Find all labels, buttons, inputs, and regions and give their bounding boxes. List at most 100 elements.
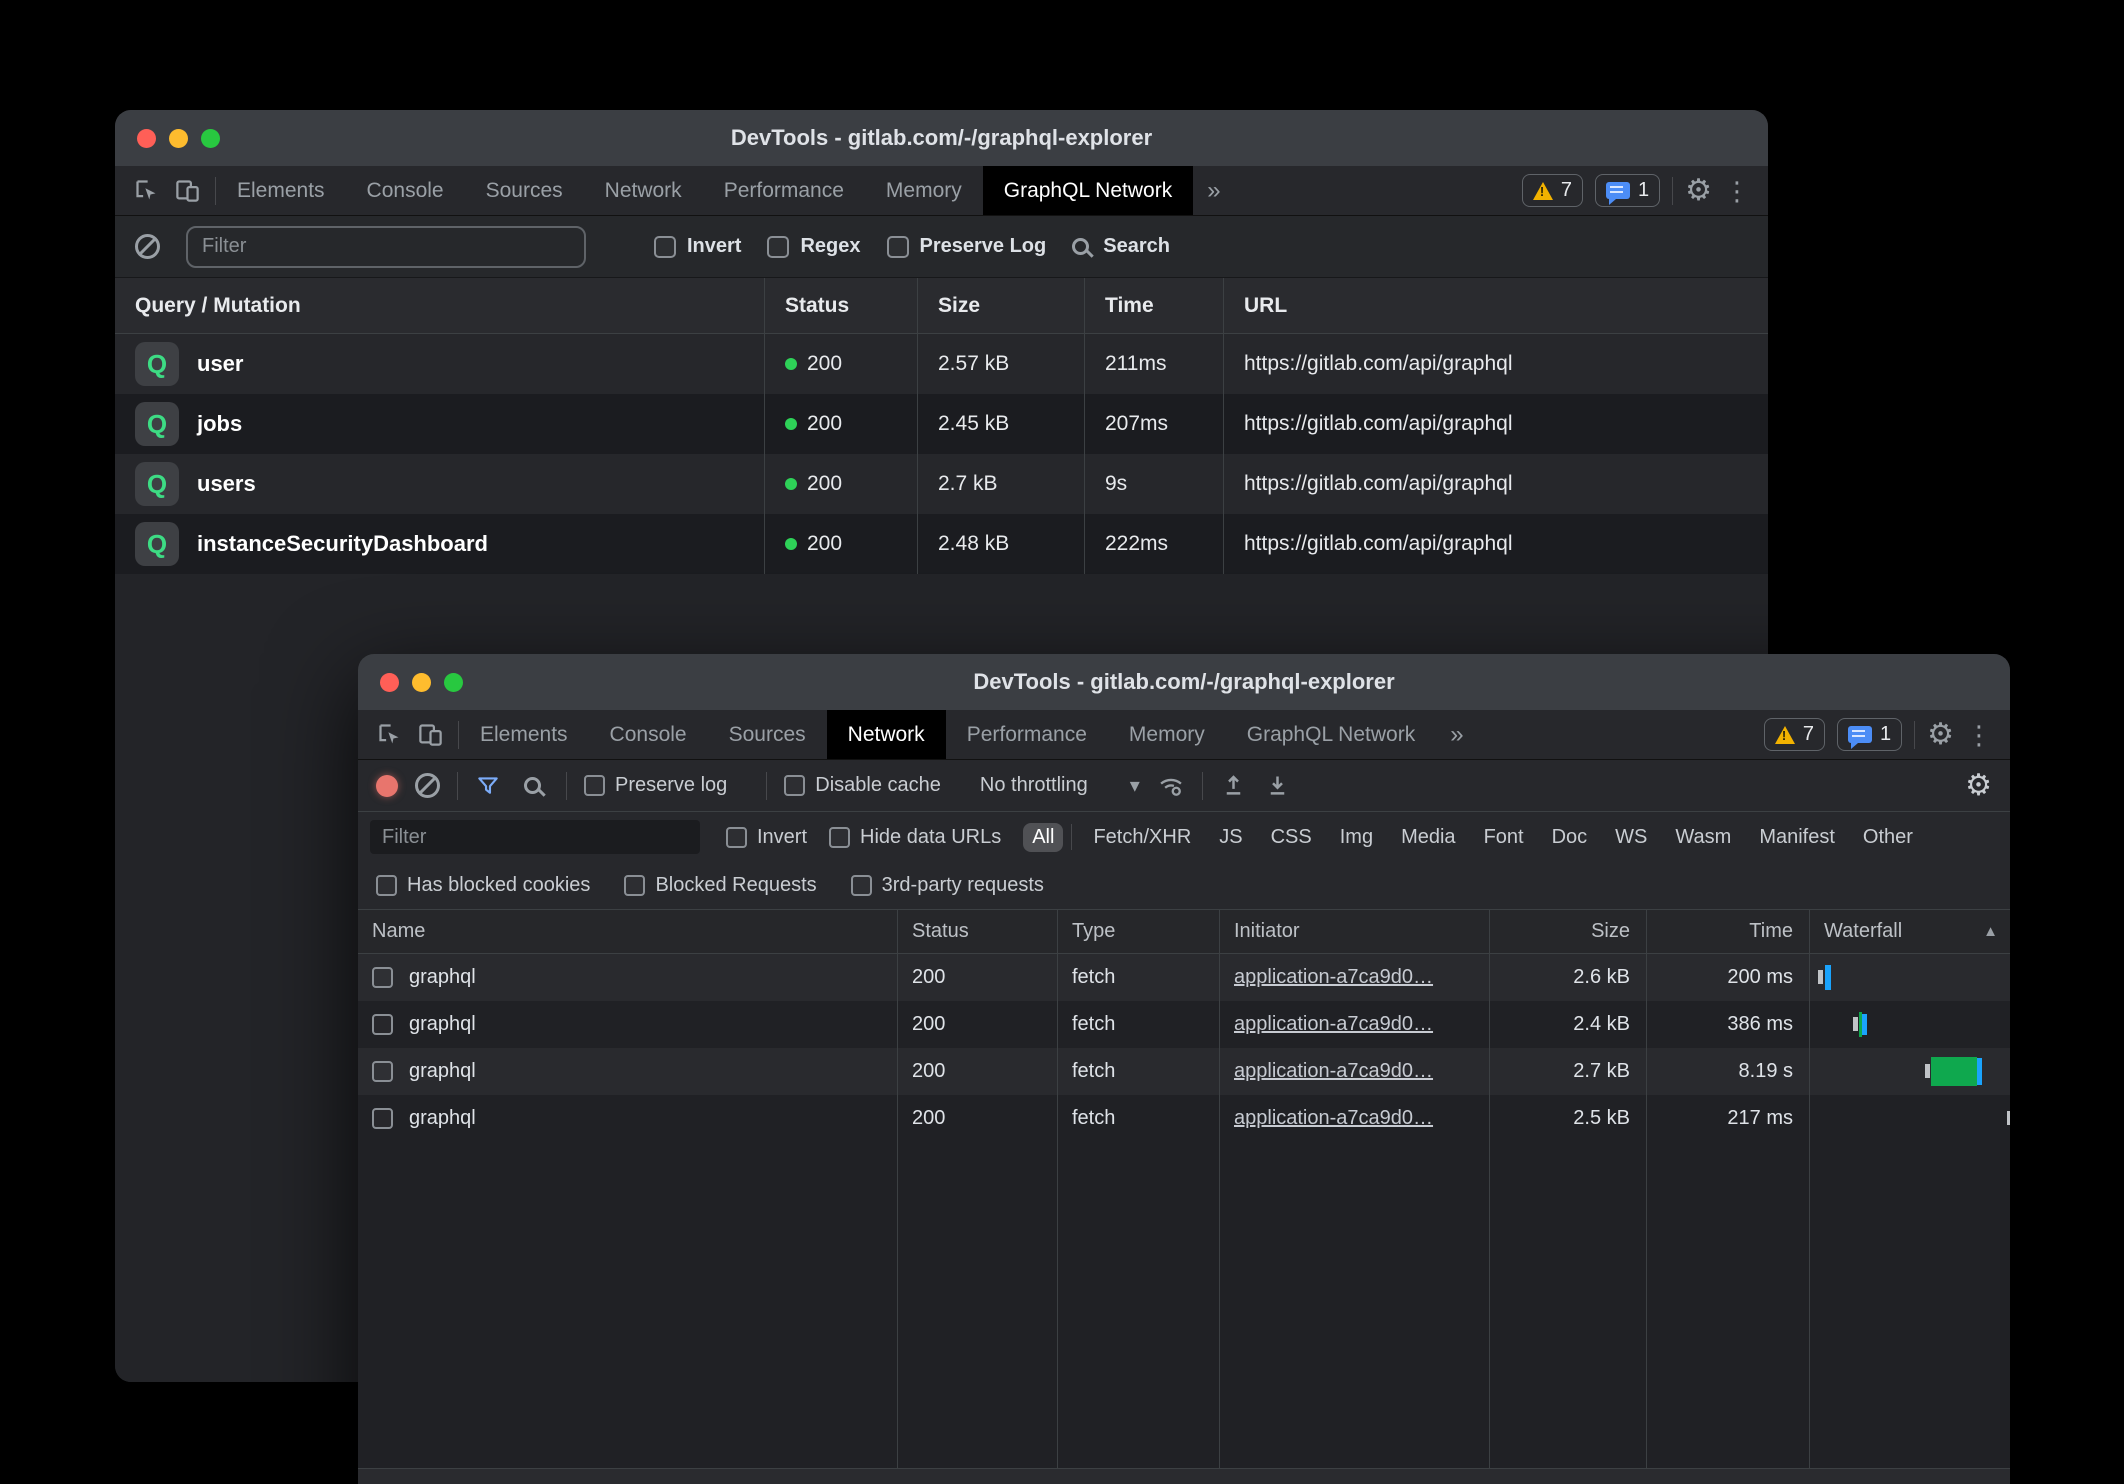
table-row[interactable]: graphql 200 fetch application-a7ca9d0… 2… <box>358 1095 2010 1142</box>
has-blocked-cookies-checkbox[interactable]: Has blocked cookies <box>376 874 590 897</box>
filter-funnel-icon[interactable] <box>475 773 501 799</box>
record-button[interactable] <box>376 775 398 797</box>
table-row[interactable]: Q users 200 2.7 kB 9s https://gitlab.com… <box>115 454 1768 514</box>
row-checkbox[interactable] <box>372 1108 393 1129</box>
initiator-link[interactable]: application-a7ca9d0… <box>1234 966 1433 989</box>
more-options-icon[interactable] <box>1966 722 1992 748</box>
device-toolbar-icon[interactable] <box>174 177 201 204</box>
filter-chip-all[interactable]: All <box>1023 823 1063 852</box>
row-checkbox[interactable] <box>372 1014 393 1035</box>
issues-badge[interactable]: 1 <box>1837 718 1902 751</box>
tab-network[interactable]: Network <box>584 166 703 215</box>
checkbox[interactable] <box>654 236 676 258</box>
filter-input[interactable] <box>186 226 586 268</box>
filter-chip-js[interactable]: JS <box>1210 823 1251 852</box>
network-conditions-icon[interactable] <box>1157 772 1185 800</box>
tab-sources[interactable]: Sources <box>465 166 584 215</box>
filter-chip-css[interactable]: CSS <box>1262 823 1321 852</box>
table-row[interactable]: Q jobs 200 2.45 kB 207ms https://gitlab.… <box>115 394 1768 454</box>
titlebar[interactable]: DevTools - gitlab.com/-/graphql-explorer <box>358 654 2010 710</box>
regex-checkbox[interactable]: Regex <box>767 235 860 258</box>
tab-memory[interactable]: Memory <box>1108 710 1226 759</box>
tab-console[interactable]: Console <box>589 710 708 759</box>
table-row[interactable]: graphql 200 fetch application-a7ca9d0… 2… <box>358 954 2010 1001</box>
inspect-element-icon[interactable] <box>376 721 403 748</box>
column-time[interactable]: Time <box>1084 278 1223 333</box>
row-checkbox[interactable] <box>372 967 393 988</box>
column-time[interactable]: Time <box>1646 910 1809 953</box>
clear-icon[interactable] <box>135 234 160 259</box>
checkbox[interactable] <box>584 775 605 796</box>
filter-chip-img[interactable]: Img <box>1331 823 1382 852</box>
tab-elements[interactable]: Elements <box>459 710 589 759</box>
tab-sources[interactable]: Sources <box>708 710 827 759</box>
checkbox[interactable] <box>767 236 789 258</box>
device-toolbar-icon[interactable] <box>417 721 444 748</box>
column-initiator[interactable]: Initiator <box>1219 910 1489 953</box>
warnings-badge[interactable]: 7 <box>1522 174 1583 207</box>
filter-chip-manifest[interactable]: Manifest <box>1750 823 1844 852</box>
checkbox[interactable] <box>624 875 645 896</box>
preserve-log-checkbox[interactable]: Preserve Log <box>887 235 1047 258</box>
close-button[interactable] <box>137 129 156 148</box>
settings-gear-icon[interactable] <box>1685 176 1712 206</box>
tab-performance[interactable]: Performance <box>703 166 865 215</box>
search-icon[interactable] <box>524 777 541 794</box>
close-button[interactable] <box>380 673 399 692</box>
minimize-button[interactable] <box>412 673 431 692</box>
checkbox[interactable] <box>726 827 747 848</box>
warnings-badge[interactable]: 7 <box>1764 718 1825 751</box>
checkbox[interactable] <box>851 875 872 896</box>
column-status[interactable]: Status <box>897 910 1057 953</box>
row-checkbox[interactable] <box>372 1061 393 1082</box>
search-button[interactable]: Search <box>1072 235 1170 258</box>
filter-chip-font[interactable]: Font <box>1475 823 1533 852</box>
table-row[interactable]: Q instanceSecurityDashboard 200 2.48 kB … <box>115 514 1768 574</box>
column-type[interactable]: Type <box>1057 910 1219 953</box>
table-row[interactable]: Q user 200 2.57 kB 211ms https://gitlab.… <box>115 334 1768 394</box>
checkbox[interactable] <box>784 775 805 796</box>
tab-console[interactable]: Console <box>346 166 465 215</box>
network-filter-input[interactable] <box>370 820 700 854</box>
filter-chip-other[interactable]: Other <box>1854 823 1922 852</box>
export-har-icon[interactable] <box>1264 772 1291 799</box>
checkbox[interactable] <box>376 875 397 896</box>
import-har-icon[interactable] <box>1220 772 1247 799</box>
zoom-button[interactable] <box>201 129 220 148</box>
column-size[interactable]: Size <box>917 278 1084 333</box>
preserve-log-checkbox[interactable]: Preserve log <box>584 774 727 797</box>
filter-chip-fetch-xhr[interactable]: Fetch/XHR <box>1084 823 1200 852</box>
issues-badge[interactable]: 1 <box>1595 174 1660 207</box>
checkbox[interactable] <box>887 236 909 258</box>
invert-checkbox[interactable]: Invert <box>654 235 741 258</box>
clear-network-log-icon[interactable] <box>415 773 440 798</box>
more-options-icon[interactable] <box>1724 178 1750 204</box>
more-tabs-icon[interactable] <box>1193 166 1234 215</box>
hide-data-urls-checkbox[interactable]: Hide data URLs <box>829 826 1001 849</box>
inspect-element-icon[interactable] <box>133 177 160 204</box>
column-name[interactable]: Name <box>358 910 897 953</box>
column-url[interactable]: URL <box>1223 278 1768 333</box>
tab-performance[interactable]: Performance <box>946 710 1108 759</box>
disable-cache-checkbox[interactable]: Disable cache <box>784 774 941 797</box>
filter-chip-doc[interactable]: Doc <box>1543 823 1597 852</box>
checkbox[interactable] <box>829 827 850 848</box>
settings-gear-icon[interactable] <box>1927 720 1954 750</box>
initiator-link[interactable]: application-a7ca9d0… <box>1234 1060 1433 1083</box>
blocked-requests-checkbox[interactable]: Blocked Requests <box>624 874 816 897</box>
tab-graphql-network[interactable]: GraphQL Network <box>1226 710 1436 759</box>
titlebar[interactable]: DevTools - gitlab.com/-/graphql-explorer <box>115 110 1768 166</box>
throttling-select[interactable]: No throttling <box>980 773 1140 798</box>
column-query-mutation[interactable]: Query / Mutation <box>115 278 764 333</box>
column-waterfall[interactable]: Waterfall <box>1809 910 2010 953</box>
more-tabs-icon[interactable] <box>1436 710 1477 759</box>
tab-memory[interactable]: Memory <box>865 166 983 215</box>
column-size[interactable]: Size <box>1489 910 1646 953</box>
invert-checkbox[interactable]: Invert <box>726 826 807 849</box>
initiator-link[interactable]: application-a7ca9d0… <box>1234 1107 1433 1130</box>
minimize-button[interactable] <box>169 129 188 148</box>
zoom-button[interactable] <box>444 673 463 692</box>
tab-network[interactable]: Network <box>827 710 946 759</box>
tab-elements[interactable]: Elements <box>216 166 346 215</box>
third-party-requests-checkbox[interactable]: 3rd-party requests <box>851 874 1044 897</box>
